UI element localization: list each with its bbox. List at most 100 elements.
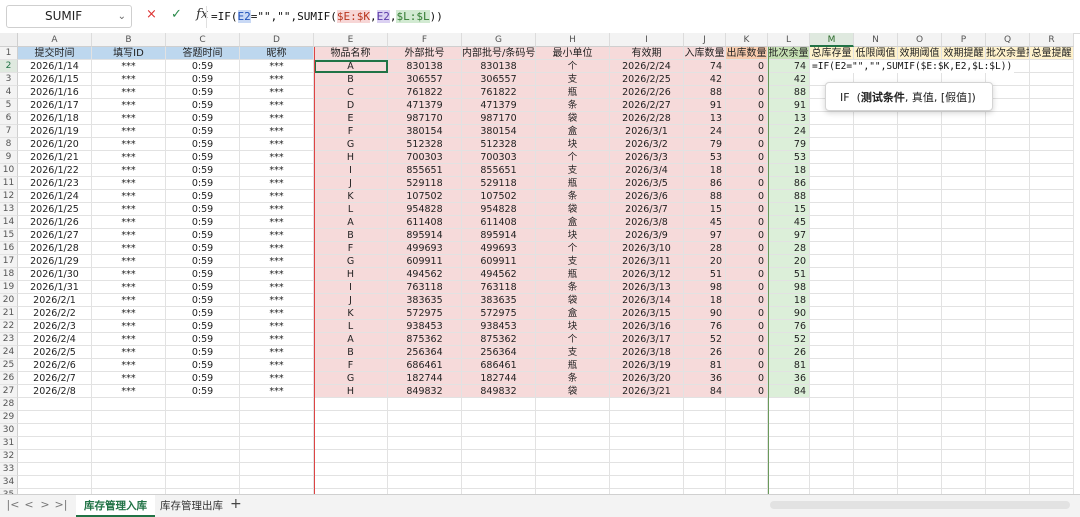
table-cell[interactable]	[854, 411, 898, 424]
table-cell[interactable]: 0:59	[166, 177, 240, 190]
table-cell[interactable]	[684, 424, 726, 437]
table-cell[interactable]: ***	[240, 203, 314, 216]
table-cell[interactable]	[942, 281, 986, 294]
table-cell[interactable]: 18	[768, 294, 810, 307]
table-cell[interactable]	[942, 398, 986, 411]
table-cell[interactable]	[1030, 86, 1074, 99]
table-cell[interactable]: 13	[684, 112, 726, 125]
table-cell[interactable]: B	[314, 73, 388, 86]
header-cell[interactable]: 低限阈值	[854, 47, 898, 60]
column-header-n[interactable]: N	[854, 33, 898, 47]
table-cell[interactable]	[898, 463, 942, 476]
table-cell[interactable]: 2026/3/5	[610, 177, 684, 190]
table-cell[interactable]	[166, 476, 240, 489]
table-cell[interactable]	[462, 437, 536, 450]
row-header[interactable]: 12	[0, 190, 18, 203]
table-cell[interactable]: ***	[92, 190, 166, 203]
row-header[interactable]: 30	[0, 424, 18, 437]
table-cell[interactable]: 袋	[536, 294, 610, 307]
table-cell[interactable]	[942, 190, 986, 203]
table-cell[interactable]	[898, 190, 942, 203]
table-cell[interactable]: 0:59	[166, 112, 240, 125]
table-cell[interactable]: J	[314, 177, 388, 190]
table-cell[interactable]: 36	[768, 372, 810, 385]
table-cell[interactable]	[810, 281, 854, 294]
header-cell[interactable]: 昵称	[240, 47, 314, 60]
row-header[interactable]: 1	[0, 47, 18, 60]
table-cell[interactable]	[810, 177, 854, 190]
row-header[interactable]: 27	[0, 385, 18, 398]
table-cell[interactable]: 0:59	[166, 333, 240, 346]
table-cell[interactable]: D	[314, 99, 388, 112]
table-cell[interactable]: 块	[536, 229, 610, 242]
table-cell[interactable]: 0:59	[166, 307, 240, 320]
table-cell[interactable]	[314, 437, 388, 450]
table-cell[interactable]	[18, 437, 92, 450]
table-cell[interactable]: ***	[240, 229, 314, 242]
table-cell[interactable]: ***	[240, 73, 314, 86]
table-cell[interactable]: 0:59	[166, 385, 240, 398]
table-cell[interactable]	[810, 112, 854, 125]
table-cell[interactable]	[942, 372, 986, 385]
table-cell[interactable]	[942, 463, 986, 476]
table-cell[interactable]	[986, 255, 1030, 268]
column-header-c[interactable]: C	[166, 33, 240, 47]
table-cell[interactable]: ***	[240, 99, 314, 112]
table-cell[interactable]	[942, 333, 986, 346]
table-cell[interactable]	[854, 164, 898, 177]
table-cell[interactable]: ***	[92, 255, 166, 268]
table-cell[interactable]	[898, 346, 942, 359]
table-cell[interactable]: 条	[536, 281, 610, 294]
table-cell[interactable]	[166, 463, 240, 476]
table-cell[interactable]: 2026/1/21	[18, 151, 92, 164]
table-cell[interactable]: 97	[768, 229, 810, 242]
table-cell[interactable]	[854, 463, 898, 476]
table-cell[interactable]	[898, 138, 942, 151]
confirm-icon[interactable]: ✓	[171, 7, 182, 22]
table-cell[interactable]: ***	[92, 138, 166, 151]
table-cell[interactable]: 700303	[462, 151, 536, 164]
table-cell[interactable]: 90	[684, 307, 726, 320]
table-cell[interactable]	[986, 229, 1030, 242]
column-header-q[interactable]: Q	[986, 33, 1030, 47]
table-cell[interactable]: 2026/3/6	[610, 190, 684, 203]
table-cell[interactable]: 0	[726, 151, 768, 164]
table-cell[interactable]	[388, 398, 462, 411]
header-cell[interactable]: 有效期	[610, 47, 684, 60]
table-cell[interactable]: 2026/1/27	[18, 229, 92, 242]
table-cell[interactable]	[1030, 73, 1074, 86]
table-cell[interactable]: 611408	[388, 216, 462, 229]
table-cell[interactable]: 2026/1/25	[18, 203, 92, 216]
table-cell[interactable]: 51	[684, 268, 726, 281]
table-cell[interactable]: ***	[92, 125, 166, 138]
table-cell[interactable]: ***	[240, 281, 314, 294]
table-cell[interactable]: 0:59	[166, 281, 240, 294]
table-cell[interactable]: K	[314, 190, 388, 203]
table-cell[interactable]: ***	[240, 138, 314, 151]
table-cell[interactable]: 2026/2/27	[610, 99, 684, 112]
table-cell[interactable]	[898, 177, 942, 190]
column-header-g[interactable]: G	[462, 33, 536, 47]
table-cell[interactable]: 91	[768, 99, 810, 112]
table-cell[interactable]: 53	[684, 151, 726, 164]
table-cell[interactable]: 36	[684, 372, 726, 385]
table-cell[interactable]: 471379	[462, 99, 536, 112]
table-cell[interactable]: 0	[726, 307, 768, 320]
table-cell[interactable]: 2026/1/23	[18, 177, 92, 190]
table-cell[interactable]: 2026/3/2	[610, 138, 684, 151]
table-cell[interactable]: 0	[726, 242, 768, 255]
table-cell[interactable]: 98	[684, 281, 726, 294]
table-cell[interactable]	[810, 450, 854, 463]
table-cell[interactable]: 0	[726, 372, 768, 385]
table-cell[interactable]: 20	[768, 255, 810, 268]
table-cell[interactable]	[610, 424, 684, 437]
table-cell[interactable]	[684, 463, 726, 476]
table-cell[interactable]	[942, 476, 986, 489]
column-header-k[interactable]: K	[726, 33, 768, 47]
table-cell[interactable]	[726, 424, 768, 437]
table-cell[interactable]: 支	[536, 346, 610, 359]
table-cell[interactable]	[92, 450, 166, 463]
table-cell[interactable]: 0	[726, 164, 768, 177]
table-cell[interactable]	[1030, 359, 1074, 372]
table-cell[interactable]: 2026/3/8	[610, 216, 684, 229]
